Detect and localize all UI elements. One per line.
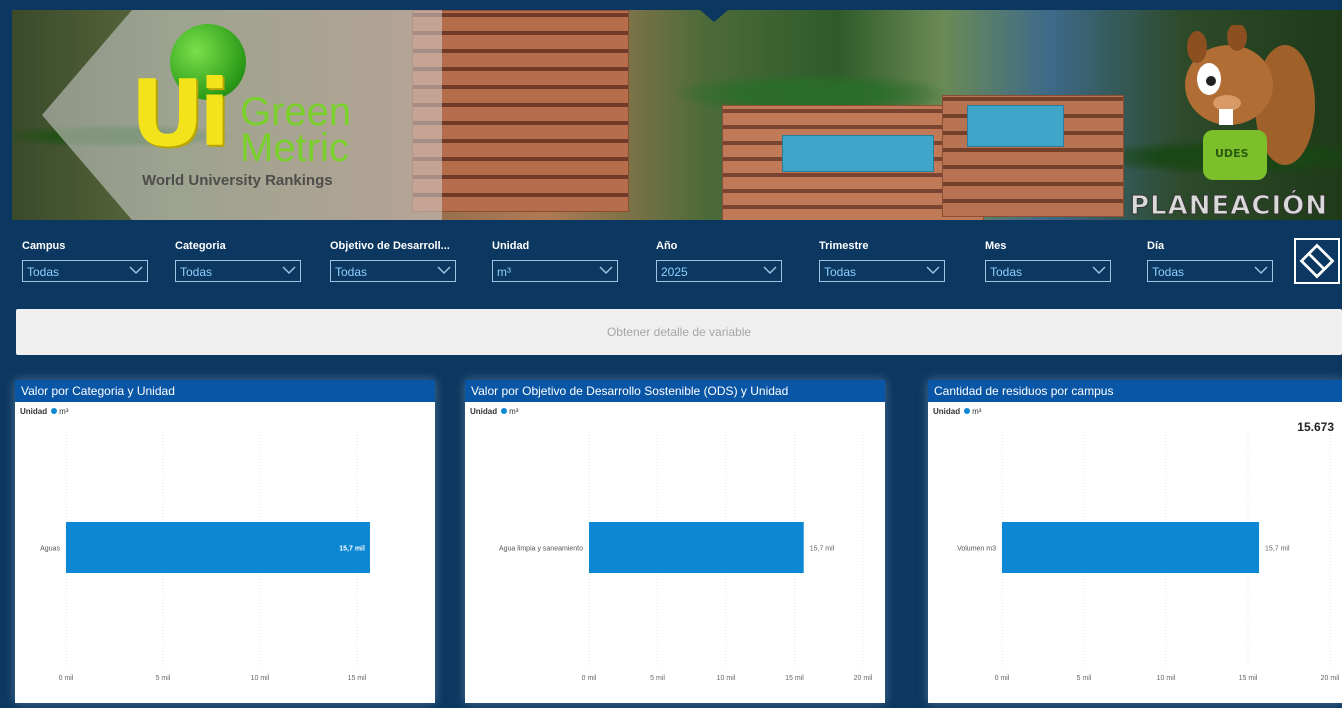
- filter-anio: Año 2025: [656, 240, 784, 282]
- chevron-down-icon: [599, 266, 613, 275]
- x-tick-label: 15 mil: [348, 675, 367, 682]
- categoria-dropdown[interactable]: Todas: [175, 260, 301, 282]
- x-tick-label: 10 mil: [717, 675, 736, 682]
- x-tick-label: 5 mil: [650, 675, 665, 682]
- category-label: Volumen m3: [957, 546, 996, 553]
- filter-dia: Día Todas: [1147, 240, 1275, 282]
- dropdown-value: Todas: [1152, 265, 1185, 279]
- bar-chart[interactable]: 0 mil 5 mil 10 mil 15 mil 20 mil Volumen m3 15…: [928, 402, 1342, 703]
- trimestre-dropdown[interactable]: Todas: [819, 260, 945, 282]
- data-label: 15,7 mil: [1265, 546, 1290, 553]
- x-tick-label: 0 mil: [995, 675, 1010, 682]
- chevron-down-icon: [282, 266, 296, 275]
- unidad-dropdown[interactable]: m³: [492, 260, 618, 282]
- dropdown-value: Todas: [180, 265, 213, 279]
- section-title: PLANEACIÓN: [1129, 191, 1329, 221]
- chevron-down-icon: [763, 266, 777, 275]
- chevron-down-icon: [926, 266, 940, 275]
- filter-label: Objetivo de Desarroll...: [330, 240, 450, 252]
- chevron-down-icon: [1254, 266, 1268, 275]
- data-label: 15,7 mil: [339, 546, 365, 553]
- filter-ods: Objetivo de Desarroll... Todas: [330, 240, 458, 282]
- bar: [589, 522, 804, 573]
- chevron-down-icon: [1092, 266, 1106, 275]
- x-tick-label: 20 mil: [854, 675, 873, 682]
- logo-metric: Metric: [240, 126, 349, 170]
- category-label: Agua limpia y saneamiento: [499, 546, 583, 553]
- x-tick-label: 15 mil: [785, 675, 804, 682]
- x-tick-label: 20 mil: [1321, 675, 1340, 682]
- logo-ui: Ui: [130, 60, 230, 167]
- x-tick-label: 5 mil: [156, 675, 171, 682]
- eraser-icon[interactable]: [1294, 238, 1340, 284]
- dropdown-value: Todas: [335, 265, 368, 279]
- dropdown-value: 2025: [661, 265, 688, 279]
- filter-campus: Campus Todas: [22, 240, 150, 282]
- filter-trimestre: Trimestre Todas: [819, 240, 947, 282]
- card-title: Valor por Objetivo de Desarrollo Sosteni…: [465, 380, 885, 402]
- chevron-down-icon: [129, 266, 143, 275]
- anio-dropdown[interactable]: 2025: [656, 260, 782, 282]
- filter-unidad: Unidad m³: [492, 240, 620, 282]
- logo-subtitle: World University Rankings: [142, 172, 333, 189]
- x-tick-label: 15 mil: [1239, 675, 1258, 682]
- building-image: [412, 10, 629, 212]
- card-title: Valor por Categoria y Unidad: [15, 380, 435, 402]
- filter-categoria: Categoria Todas: [175, 240, 303, 282]
- card-title: Cantidad de residuos por campus: [928, 380, 1342, 402]
- chart-card-residuos: Cantidad de residuos por campus Unidad m³…: [928, 380, 1342, 703]
- bar: [1002, 522, 1260, 573]
- x-tick-label: 10 mil: [251, 675, 270, 682]
- x-tick-label: 10 mil: [1157, 675, 1176, 682]
- filter-label: Año: [656, 240, 678, 252]
- bar-chart[interactable]: 0 mil 5 mil 10 mil 15 mil 20 mil Agua limpia …: [465, 402, 885, 703]
- header-banner: Ui Green Metric World University Ranking…: [12, 10, 1342, 220]
- dropdown-value: Todas: [824, 265, 857, 279]
- dropdown-value: m³: [497, 265, 511, 279]
- mascot-shirt-text: UDES: [1215, 147, 1249, 160]
- chart-card-categoria: Valor por Categoria y Unidad Unidad m³ 0 …: [15, 380, 435, 703]
- filter-label: Mes: [985, 240, 1007, 252]
- squirrel-mascot-icon: UDES: [1185, 25, 1315, 180]
- filter-label: Unidad: [492, 240, 530, 252]
- filter-label: Campus: [22, 240, 66, 252]
- chart-card-ods: Valor por Objetivo de Desarrollo Sosteni…: [465, 380, 885, 703]
- x-tick-label: 0 mil: [59, 675, 74, 682]
- x-tick-label: 0 mil: [582, 675, 597, 682]
- bar-chart[interactable]: 0 mil 5 mil 10 mil 15 mil Aguas 15,7 mil: [15, 402, 435, 703]
- mes-dropdown[interactable]: Todas: [985, 260, 1111, 282]
- bar: [66, 522, 370, 573]
- filter-mes: Mes Todas: [985, 240, 1113, 282]
- campus-dropdown[interactable]: Todas: [22, 260, 148, 282]
- filter-label: Categoria: [175, 240, 226, 252]
- filter-label: Trimestre: [819, 240, 869, 252]
- dropdown-value: Todas: [990, 265, 1023, 279]
- dia-dropdown[interactable]: Todas: [1147, 260, 1273, 282]
- dropdown-value: Todas: [27, 265, 60, 279]
- chevron-down-icon: [437, 266, 451, 275]
- get-variable-detail-button[interactable]: Obtener detalle de variable: [16, 309, 1342, 355]
- ods-dropdown[interactable]: Todas: [330, 260, 456, 282]
- x-tick-label: 5 mil: [1077, 675, 1092, 682]
- category-label: Aguas: [40, 546, 60, 553]
- filter-label: Día: [1147, 240, 1165, 252]
- data-label: 15,7 mil: [810, 546, 835, 553]
